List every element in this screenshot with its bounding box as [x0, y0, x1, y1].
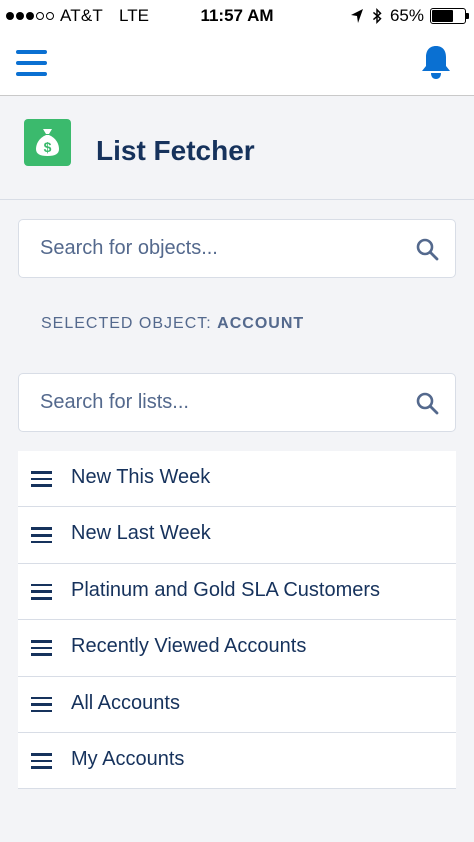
search-icon[interactable]	[415, 237, 439, 261]
list-item[interactable]: Recently Viewed Accounts	[18, 620, 456, 677]
list-item-label: New This Week	[71, 466, 211, 488]
selected-object-value: ACCOUNT	[217, 315, 305, 332]
title-area: $ List Fetcher	[0, 97, 474, 200]
list-search-input[interactable]	[19, 374, 409, 431]
app-header	[0, 32, 474, 96]
list-item-label: All Accounts	[71, 691, 180, 714]
list-view-list: New This Week New Last Week Platinum and…	[18, 451, 456, 790]
battery-percentage: 65%	[389, 6, 424, 25]
location-arrow-icon	[350, 9, 363, 23]
list-icon	[31, 640, 52, 656]
selected-object-label: SELECTED OBJECT:	[41, 315, 218, 332]
selected-object: SELECTED OBJECT: ACCOUNT	[41, 315, 304, 333]
list-item[interactable]: New Last Week	[18, 507, 456, 564]
bell-icon[interactable]	[420, 44, 452, 80]
status-right: 65%	[350, 6, 469, 26]
list-icon	[31, 583, 52, 600]
list-item[interactable]: My Accounts	[18, 732, 456, 790]
search-icon[interactable]	[415, 391, 439, 415]
bluetooth-icon	[372, 8, 382, 24]
list-item-label: Recently Viewed Accounts	[71, 635, 307, 658]
money-bag-icon: $	[24, 119, 71, 166]
list-item[interactable]: All Accounts	[18, 676, 456, 733]
list-icon	[31, 527, 52, 544]
object-search-box	[18, 219, 456, 278]
list-item-label: Platinum and Gold SLA Customers	[71, 578, 381, 601]
hamburger-menu-icon[interactable]	[16, 50, 47, 76]
list-icon	[31, 752, 52, 769]
list-item[interactable]: New This Week	[18, 451, 456, 508]
list-item[interactable]: Platinum and Gold SLA Customers	[18, 563, 456, 621]
list-search-box	[18, 373, 456, 432]
object-search-input[interactable]	[19, 220, 409, 277]
battery-icon	[430, 8, 469, 24]
page-title: List Fetcher	[96, 135, 255, 166]
svg-text:$: $	[44, 139, 52, 155]
battery-fill	[432, 10, 453, 22]
list-item-label: New Last Week	[71, 522, 211, 545]
list-item-label: My Accounts	[71, 747, 185, 770]
list-icon	[31, 471, 52, 487]
list-icon	[31, 696, 52, 713]
status-bar: AT&T LTE 11:57 AM 65%	[0, 0, 474, 32]
